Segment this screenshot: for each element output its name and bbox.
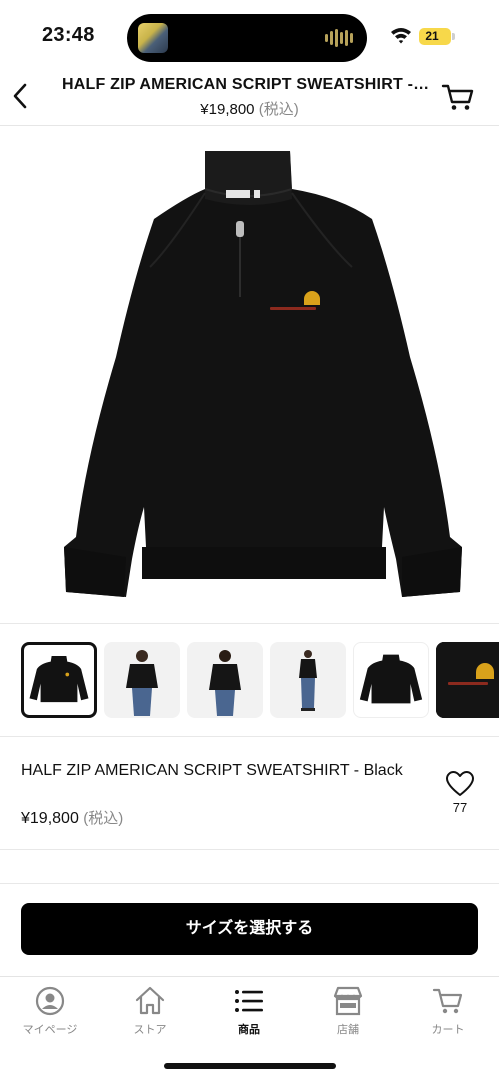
product-header: HALF ZIP AMERICAN SCRIPT SWEATSHIRT - Bl…: [0, 72, 499, 126]
thumbnail-model-back[interactable]: [187, 642, 263, 718]
thumbnail-front[interactable]: [21, 642, 97, 718]
tab-label: ストア: [133, 1024, 167, 1036]
thumbnail-model-full[interactable]: [270, 642, 346, 718]
header-tax-label: (税込): [258, 101, 299, 118]
store-icon: [333, 986, 363, 1016]
thumbnail-strip[interactable]: [21, 642, 499, 720]
favorite-count: 77: [452, 800, 468, 815]
cart-icon: [432, 988, 463, 1014]
audio-waveform-icon: [325, 28, 353, 48]
status-bar: 23:48 21: [0, 0, 499, 72]
dynamic-island[interactable]: [127, 14, 367, 62]
divider: [0, 736, 499, 737]
status-time: 23:48: [42, 24, 95, 46]
battery-level: 21: [425, 29, 439, 43]
product-name: HALF ZIP AMERICAN SCRIPT SWEATSHIRT - Bl…: [21, 762, 403, 779]
tab-shops[interactable]: 店舗: [298, 977, 398, 1041]
home-icon: [135, 986, 165, 1015]
user-icon: [35, 986, 65, 1016]
tab-label: 商品: [238, 1024, 260, 1036]
thumbnail-model-front[interactable]: [104, 642, 180, 718]
thumbnail-detail[interactable]: [436, 642, 499, 718]
header-title: HALF ZIP AMERICAN SCRIPT SWEATSHIRT - Bl…: [62, 76, 432, 93]
tab-label: 店舗: [337, 1024, 359, 1036]
divider: [0, 849, 499, 850]
tab-products[interactable]: 商品: [199, 977, 299, 1041]
tab-label: マイページ: [22, 1024, 78, 1036]
battery-icon: 21: [419, 28, 455, 45]
list-icon: [235, 990, 263, 1012]
tab-mypage[interactable]: マイページ: [0, 977, 100, 1041]
product-price: ¥19,800: [21, 810, 79, 827]
tab-label: カート: [431, 1024, 465, 1036]
product-price-line: ¥19,800 (税込): [21, 807, 123, 828]
divider: [0, 623, 499, 624]
divider: [0, 883, 499, 884]
home-indicator[interactable]: [164, 1063, 336, 1069]
product-tax-label: (税込): [83, 810, 124, 827]
wifi-icon: [391, 28, 411, 44]
tab-store[interactable]: ストア: [100, 977, 200, 1041]
product-main-image[interactable]: [0, 127, 499, 623]
thumbnail-back[interactable]: [353, 642, 429, 718]
cart-icon[interactable]: [441, 82, 475, 112]
header-price-line: ¥19,800 (税込): [0, 98, 499, 119]
header-price: ¥19,800: [200, 101, 255, 118]
tab-cart[interactable]: カート: [398, 977, 498, 1041]
sweatshirt-image: [64, 151, 462, 597]
heart-icon[interactable]: [445, 770, 475, 798]
select-size-button[interactable]: サイズを選択する: [21, 903, 478, 955]
now-playing-artwork: [138, 23, 168, 53]
